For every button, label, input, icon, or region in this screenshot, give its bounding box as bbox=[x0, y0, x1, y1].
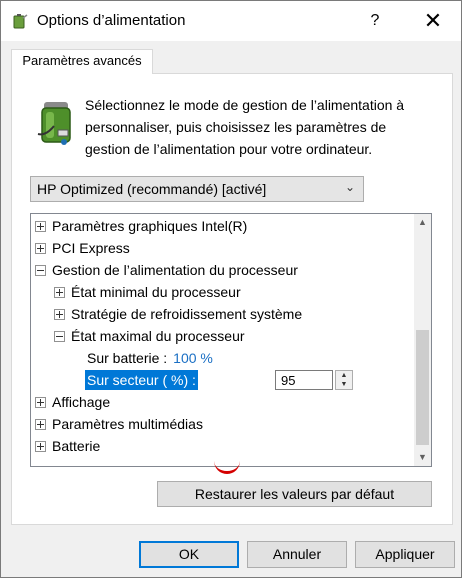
apply-button[interactable]: Appliquer bbox=[355, 541, 455, 568]
red-annotation-mark bbox=[214, 459, 240, 474]
tree-item-min-processor-state[interactable]: État minimal du processeur bbox=[54, 281, 241, 303]
chevron-down-icon: ⌄ bbox=[344, 180, 355, 194]
scroll-up-icon[interactable]: ▲ bbox=[414, 214, 431, 231]
settings-tree[interactable]: Paramètres graphiques Intel(R) PCI Expre… bbox=[30, 213, 432, 467]
power-options-icon bbox=[13, 14, 28, 29]
close-button[interactable]: ✕ bbox=[411, 5, 455, 37]
value-spinner[interactable]: ▲ ▼ bbox=[335, 370, 353, 390]
on-battery-value[interactable]: 100 % bbox=[173, 350, 213, 366]
plugged-in-value-input[interactable]: 95 bbox=[275, 370, 333, 390]
tree-item-pci-express[interactable]: PCI Express bbox=[35, 237, 130, 259]
on-battery-label: Sur batterie : bbox=[87, 350, 168, 366]
power-plan-selected: HP Optimized (recommandé) [activé] bbox=[37, 181, 267, 197]
help-button[interactable]: ? bbox=[359, 5, 391, 37]
tab-panel: Sélectionnez le mode de gestion de l’ali… bbox=[11, 73, 453, 525]
tree-item-max-processor-state[interactable]: État maximal du processeur bbox=[54, 325, 245, 347]
tree-item-battery[interactable]: Batterie bbox=[35, 435, 100, 457]
ok-button[interactable]: OK bbox=[139, 541, 239, 568]
tree-item-display[interactable]: Affichage bbox=[35, 391, 110, 413]
tree-item-label: Stratégie de refroidissement système bbox=[71, 306, 303, 322]
expand-icon[interactable] bbox=[35, 440, 46, 452]
tree-item-multimedia[interactable]: Paramètres multimédias bbox=[35, 413, 203, 435]
spin-down-icon[interactable]: ▼ bbox=[336, 380, 352, 389]
tree-item-label: État minimal du processeur bbox=[71, 284, 241, 300]
battery-plug-icon bbox=[37, 102, 71, 145]
tree-item-cooling-policy[interactable]: Stratégie de refroidissement système bbox=[54, 303, 302, 325]
tree-item-label: Paramètres multimédias bbox=[52, 416, 203, 432]
instructions-line: gestion de l’alimentation pour votre ord… bbox=[85, 141, 373, 157]
expand-icon[interactable] bbox=[35, 242, 46, 254]
on-battery-setting[interactable]: Sur batterie : 100 % bbox=[87, 347, 213, 369]
tree-item-graphics[interactable]: Paramètres graphiques Intel(R) bbox=[35, 215, 247, 237]
expand-icon[interactable] bbox=[35, 220, 46, 232]
expand-icon[interactable] bbox=[54, 286, 65, 298]
window-title: Options d’alimentation bbox=[37, 12, 186, 29]
tree-item-processor-power[interactable]: Gestion de l’alimentation du processeur bbox=[35, 259, 298, 281]
tree-item-label: État maximal du processeur bbox=[71, 328, 245, 344]
spin-up-icon[interactable]: ▲ bbox=[336, 371, 352, 380]
tree-item-label: Gestion de l’alimentation du processeur bbox=[52, 262, 298, 278]
power-options-dialog: Options d’alimentation ? ✕ Paramètres av… bbox=[0, 0, 462, 578]
tree-item-label: PCI Express bbox=[52, 240, 130, 256]
expand-icon[interactable] bbox=[35, 396, 46, 408]
tree-item-label: Affichage bbox=[52, 394, 111, 410]
tree-item-label: Paramètres graphiques Intel(R) bbox=[52, 218, 248, 234]
scroll-down-icon[interactable]: ▼ bbox=[414, 449, 431, 466]
collapse-icon[interactable] bbox=[35, 264, 46, 276]
instructions-text: Sélectionnez le mode de gestion de l’ali… bbox=[85, 94, 445, 160]
power-plan-select[interactable]: HP Optimized (recommandé) [activé] ⌄ bbox=[30, 176, 364, 202]
vertical-scrollbar[interactable]: ▲ ▼ bbox=[414, 214, 431, 466]
restore-defaults-button[interactable]: Restaurer les valeurs par défaut bbox=[157, 481, 432, 507]
expand-icon[interactable] bbox=[35, 418, 46, 430]
instructions-line: personnaliser, puis choisissez les param… bbox=[85, 119, 387, 135]
instructions-line: Sélectionnez le mode de gestion de l’ali… bbox=[85, 97, 405, 113]
cancel-button[interactable]: Annuler bbox=[247, 541, 347, 568]
title-bar[interactable]: Options d’alimentation ? ✕ bbox=[1, 1, 461, 41]
scrollbar-thumb[interactable] bbox=[416, 330, 429, 445]
tree-item-label: Batterie bbox=[52, 438, 101, 454]
plugged-in-setting[interactable]: Sur secteur ( %) : 95 ▲ ▼ bbox=[85, 369, 365, 391]
tab-advanced-settings[interactable]: Paramètres avancés bbox=[11, 49, 153, 74]
plugged-in-label: Sur secteur ( %) : bbox=[85, 370, 198, 390]
collapse-icon[interactable] bbox=[54, 330, 65, 342]
expand-icon[interactable] bbox=[54, 308, 65, 320]
